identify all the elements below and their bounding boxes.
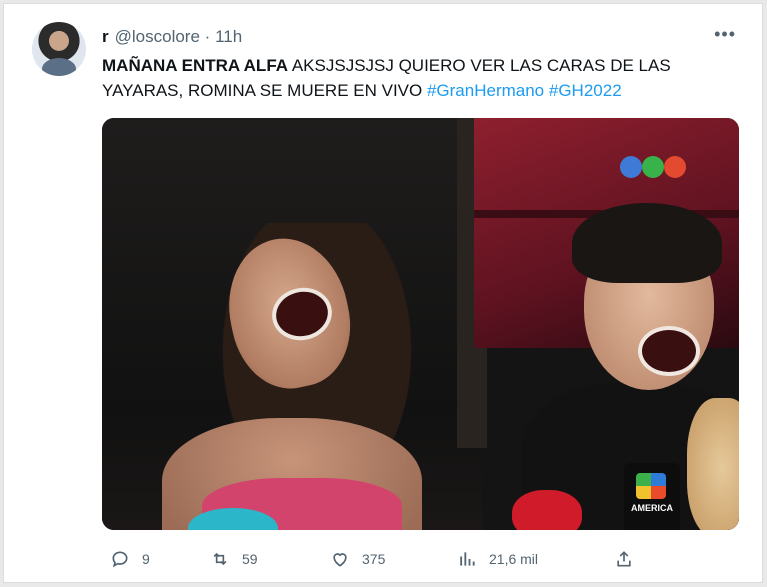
reply-count: 9 [142, 551, 150, 567]
retweet-icon [213, 552, 227, 566]
share-icon [617, 551, 631, 567]
america-microphone: AMERICA [624, 463, 680, 530]
retweet-count: 59 [242, 551, 258, 567]
user-avatar[interactable] [32, 22, 86, 76]
man-mouth [638, 326, 700, 376]
channel-logo-icon [620, 156, 690, 178]
retweet-button[interactable]: 59 [210, 544, 258, 574]
hashtag-gh2022[interactable]: #GH2022 [549, 81, 622, 100]
hashtag-granhermano[interactable]: #GranHermano [427, 81, 544, 100]
share-button[interactable] [614, 544, 646, 574]
tweet-media-image[interactable]: AMERICA [102, 118, 739, 530]
reply-button[interactable]: 9 [110, 544, 150, 574]
like-count: 375 [362, 551, 386, 567]
blonde-hair [687, 398, 739, 530]
tweet-actions: 9 59 375 21,6 mil [102, 544, 662, 574]
tweet-time[interactable]: 11h [215, 27, 242, 46]
more-horizontal-icon[interactable]: ••• [714, 24, 736, 45]
man-hair [572, 203, 722, 283]
red-microphone [512, 490, 582, 530]
user-handle[interactable]: @loscolore [115, 27, 200, 46]
heart-icon [333, 553, 347, 567]
avatar-shirt [42, 58, 76, 76]
display-name[interactable]: r [102, 27, 109, 46]
mic-label: AMERICA [631, 503, 673, 513]
tweet-text-bold: MAÑANA ENTRA ALFA [102, 56, 289, 75]
header-separator: · [204, 27, 211, 46]
views-button[interactable]: 21,6 mil [457, 544, 538, 574]
reply-icon [112, 551, 128, 568]
tweet-header: r @loscolore · 11h [102, 26, 242, 48]
tweet-card[interactable]: r @loscolore · 11h ••• MAÑANA ENTRA ALFA … [3, 3, 763, 583]
like-button[interactable]: 375 [330, 544, 385, 574]
analytics-icon [460, 552, 475, 566]
views-count: 21,6 mil [489, 551, 539, 567]
america-logo-icon [636, 473, 666, 499]
tweet-text: MAÑANA ENTRA ALFA AKSJSJSJSJ QUIERO VER … [102, 53, 702, 103]
